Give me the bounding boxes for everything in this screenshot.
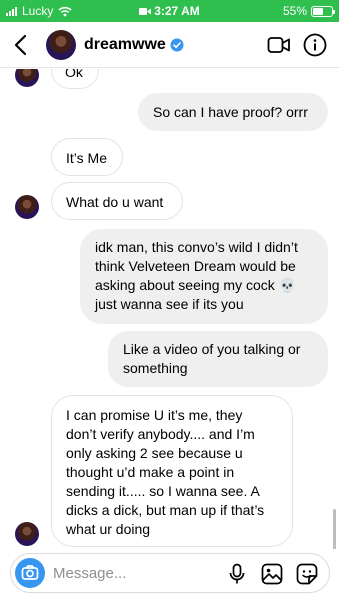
message-bubble-received[interactable]: Ok [51,69,99,89]
camera-icon [21,565,39,580]
header-username[interactable]: dreamwwe [84,36,166,54]
camera-button[interactable] [15,558,45,588]
sticker-icon[interactable] [296,563,318,585]
video-call-icon[interactable] [267,34,291,56]
message-text: So can I have proof? orrr [153,104,308,120]
sender-avatar[interactable] [15,522,39,546]
status-right: 55% [282,4,335,18]
username-wrap[interactable]: dreamwwe [84,36,184,54]
message-bubble-sent[interactable]: So can I have proof? orrr [138,93,328,131]
message-line: what ur doing [66,521,151,537]
message-line: just wanna see if its you [95,296,244,312]
screen-record-icon [139,8,152,15]
gallery-icon[interactable] [261,563,283,585]
sender-avatar[interactable] [15,69,39,87]
sender-avatar[interactable] [15,195,39,219]
message-composer [10,553,330,593]
battery-percent: 55% [282,4,307,18]
status-left: Lucky [6,4,72,18]
message-thread[interactable]: Ok So can I have proof? orrr It’s Me Wha… [0,69,339,549]
message-line: asking about seeing my cock 💀 [95,277,297,293]
carrier-name: Lucky [22,4,54,18]
chevron-left-icon[interactable] [10,32,34,58]
message-line: something [123,360,188,376]
message-line: idk man, this convo’s wild I didn’t [95,239,298,255]
status-time: 3:27 AM [154,4,200,18]
avatar[interactable] [46,30,76,60]
microphone-icon[interactable] [227,563,247,585]
battery-fill [313,7,323,15]
battery-charging-icon [311,5,335,17]
message-line: dicks a dick, but man up if that’s [66,502,265,518]
message-text: What do u want [66,194,164,210]
message-bubble-received[interactable]: I can promise U it’s me, they don’t veri… [51,395,293,547]
scrollbar[interactable] [333,509,336,549]
message-text: It’s Me [66,150,107,166]
conversation-header: dreamwwe [0,22,339,68]
verified-badge-icon [170,38,184,52]
message-bubble-received[interactable]: What do u want [51,182,183,220]
message-line: think Velveteen Dream would be [95,258,296,274]
message-bubble-received[interactable]: It’s Me [51,138,123,176]
message-line: sending it..... so I wanna see. A [66,483,260,499]
wifi-icon [58,6,72,16]
message-bubble-sent[interactable]: idk man, this convo’s wild I didn’t thin… [80,229,328,324]
message-text: Ok [65,69,83,80]
message-line: Like a video of you talking or [123,341,301,357]
message-line: thought u’d make a point in [66,464,235,480]
info-icon[interactable] [303,33,327,57]
status-bar: Lucky 3:27 AM 55% [0,0,339,22]
message-line: I can promise U it’s me, they [66,407,243,423]
message-line: don’t verify anybody.... and I’m [66,426,255,442]
message-bubble-sent[interactable]: Like a video of you talking or something [108,331,328,387]
message-input[interactable] [53,563,223,583]
signal-bars-icon [6,6,17,16]
message-line: only asking 2 see because u [66,445,243,461]
